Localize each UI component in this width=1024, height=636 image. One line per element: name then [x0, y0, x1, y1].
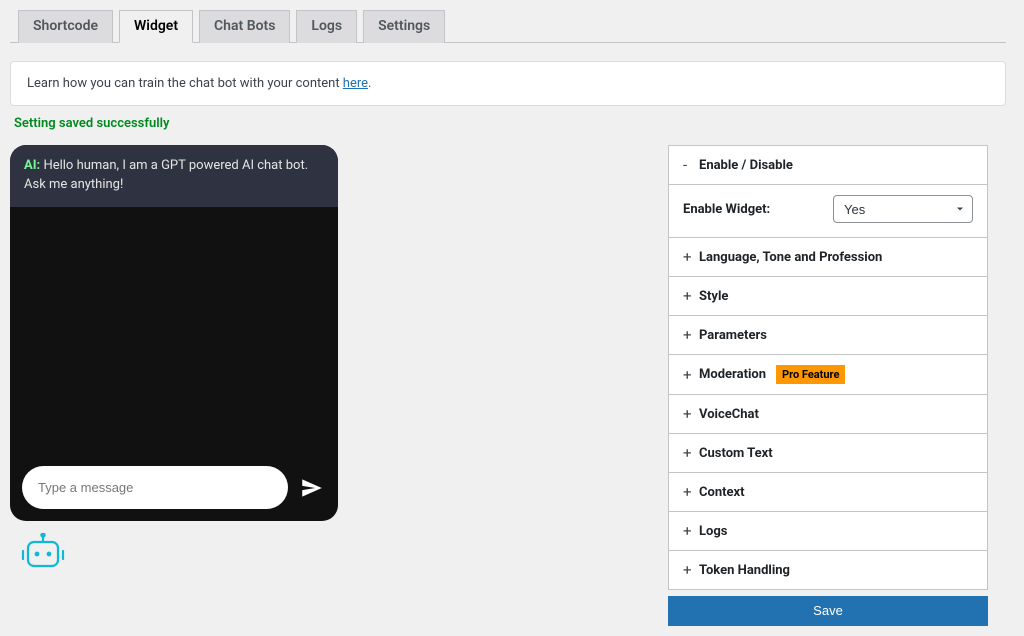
chat-body [10, 207, 338, 456]
send-button[interactable] [298, 474, 326, 502]
accordion-voicechat[interactable]: + VoiceChat [669, 395, 987, 434]
accordion-title: Enable / Disable [699, 158, 793, 173]
enable-widget-label: Enable Widget: [683, 202, 770, 217]
accordion-enable-disable[interactable]: - Enable / Disable [669, 146, 987, 185]
greeting-text: Hello human, I am a GPT powered AI chat … [24, 158, 308, 192]
enable-widget-select[interactable]: Yes [833, 195, 973, 223]
plus-icon: + [683, 483, 693, 501]
accordion-logs[interactable]: + Logs [669, 512, 987, 551]
tab-widget[interactable]: Widget [119, 10, 193, 43]
accordion-moderation[interactable]: + Moderation Pro Feature [669, 355, 987, 395]
success-message: Setting saved successfully [14, 116, 1006, 131]
plus-icon: + [683, 405, 693, 423]
enable-widget-row: Enable Widget: Yes [669, 185, 987, 238]
accordion-title: Token Handling [699, 563, 790, 578]
minus-icon: - [683, 156, 693, 174]
save-button[interactable]: Save [668, 596, 988, 626]
plus-icon: + [683, 522, 693, 540]
plus-icon: + [683, 444, 693, 462]
plus-icon: + [683, 326, 693, 344]
ai-label: AI: [24, 158, 40, 173]
chat-widget: AI: Hello human, I am a GPT powered AI c… [10, 145, 338, 521]
plus-icon: + [683, 561, 693, 579]
chat-input[interactable] [22, 466, 288, 509]
accordion-title: Context [699, 485, 745, 500]
chat-greeting: AI: Hello human, I am a GPT powered AI c… [10, 145, 338, 207]
accordion-context[interactable]: + Context [669, 473, 987, 512]
tab-chat-bots[interactable]: Chat Bots [199, 10, 290, 43]
accordion-style[interactable]: + Style [669, 277, 987, 316]
accordion-custom-text[interactable]: + Custom Text [669, 434, 987, 473]
accordion-title: Logs [699, 524, 727, 539]
notice-link[interactable]: here [343, 76, 368, 91]
plus-icon: + [683, 366, 693, 384]
accordion-title: Language, Tone and Profession [699, 250, 882, 265]
accordion-parameters[interactable]: + Parameters [669, 316, 987, 355]
notice-text: Learn how you can train the chat bot wit… [27, 76, 343, 91]
accordion-title: Moderation [699, 367, 766, 382]
tab-logs[interactable]: Logs [296, 10, 357, 43]
send-icon [299, 475, 325, 501]
accordion-title: Custom Text [699, 446, 773, 461]
accordion-title: Parameters [699, 328, 767, 343]
accordion-token-handling[interactable]: + Token Handling [669, 551, 987, 589]
info-notice: Learn how you can train the chat bot wit… [10, 61, 1006, 106]
tab-shortcode[interactable]: Shortcode [18, 10, 113, 43]
settings-panel: - Enable / Disable Enable Widget: Yes + … [668, 145, 988, 590]
nav-tabs: Shortcode Widget Chat Bots Logs Settings [10, 10, 1006, 43]
tab-settings[interactable]: Settings [363, 10, 445, 43]
chat-input-row [10, 456, 338, 521]
accordion-language[interactable]: + Language, Tone and Profession [669, 238, 987, 277]
plus-icon: + [683, 287, 693, 305]
accordion-title: Style [699, 289, 728, 304]
accordion-title: VoiceChat [699, 407, 759, 422]
plus-icon: + [683, 248, 693, 266]
pro-badge: Pro Feature [776, 365, 845, 384]
robot-icon [20, 533, 340, 577]
